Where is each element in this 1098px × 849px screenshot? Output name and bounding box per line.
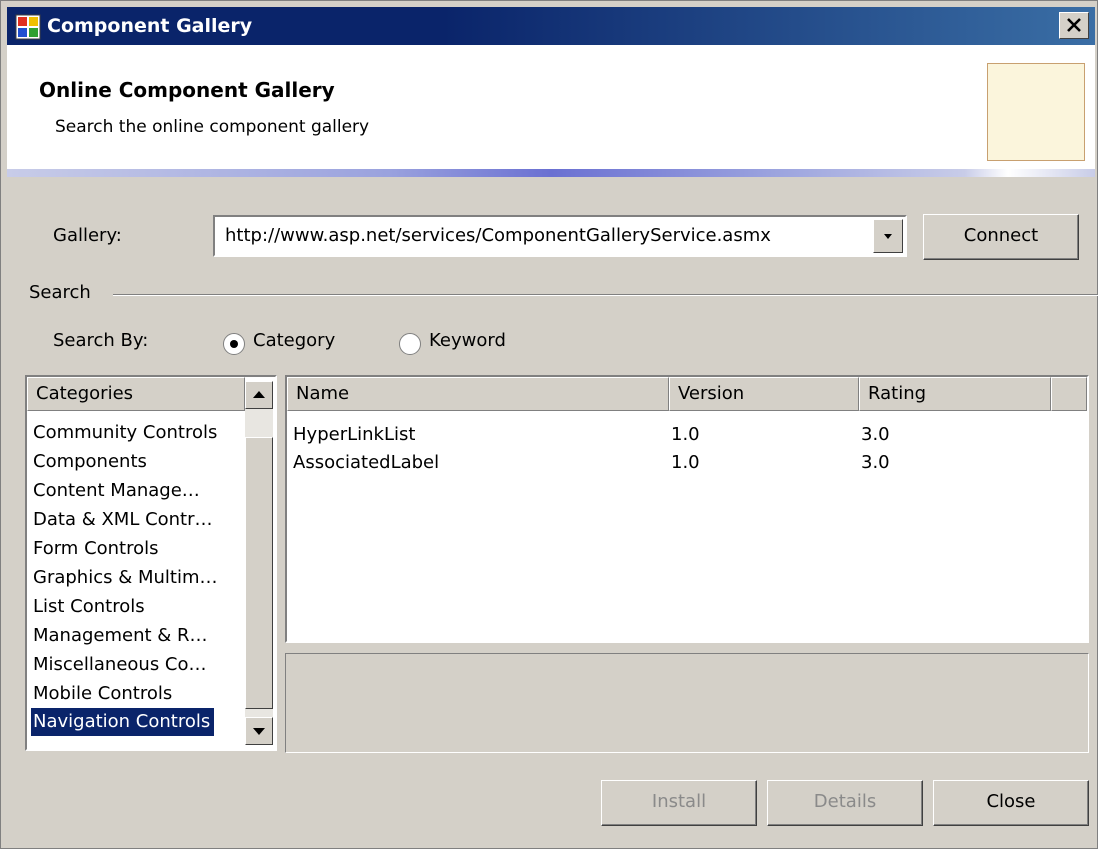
close-button[interactable]: Close	[933, 780, 1089, 826]
arrow-down-icon	[253, 728, 265, 735]
radio-selected-dot	[230, 340, 238, 348]
categories-scrollbar[interactable]	[245, 381, 273, 745]
row-version: 1.0	[671, 452, 700, 473]
gallery-url-value: http://www.asp.net/services/ComponentGal…	[225, 225, 771, 246]
title-bar[interactable]: Component Gallery	[7, 7, 1095, 45]
row-rating: 3.0	[861, 424, 890, 445]
category-item[interactable]: Management & R…	[33, 622, 208, 650]
chevron-down-icon	[884, 234, 892, 239]
categories-list[interactable]: Categories Community Controls Components…	[25, 375, 277, 751]
column-header-version[interactable]: Version	[669, 377, 859, 411]
scroll-down-button[interactable]	[245, 717, 273, 745]
header-banner: Online Component Gallery Search the onli…	[7, 45, 1095, 177]
row-name[interactable]: AssociatedLabel	[293, 449, 439, 477]
close-icon	[1067, 18, 1081, 32]
search-by-label: Search By:	[53, 330, 149, 351]
categories-header[interactable]: Categories	[27, 377, 245, 411]
header-stripe	[7, 169, 1095, 177]
window-title: Component Gallery	[47, 15, 253, 37]
category-item[interactable]: Components	[33, 448, 147, 476]
connect-button[interactable]: Connect	[923, 214, 1079, 260]
install-button[interactable]: Install	[601, 780, 757, 826]
category-item[interactable]: Content Manage…	[33, 477, 200, 505]
header-image	[987, 63, 1085, 161]
gallery-url-select[interactable]: http://www.asp.net/services/ComponentGal…	[213, 215, 907, 257]
radio-category[interactable]	[223, 333, 245, 355]
row-rating: 3.0	[861, 452, 890, 473]
category-item[interactable]: Data & XML Contr…	[33, 506, 213, 534]
app-icon	[15, 14, 41, 40]
search-group-label: Search	[29, 282, 91, 303]
row-version: 1.0	[671, 424, 700, 445]
results-table[interactable]: Name Version Rating HyperLinkList 1.0 3.…	[285, 375, 1089, 643]
dropdown-button[interactable]	[873, 219, 903, 253]
page-title: Online Component Gallery	[39, 78, 335, 102]
page-subtitle: Search the online component gallery	[55, 117, 370, 137]
category-item[interactable]: List Controls	[33, 593, 145, 621]
category-item[interactable]: Miscellaneous Co…	[33, 651, 207, 679]
component-gallery-window: Component Gallery Online Component Galle…	[0, 0, 1098, 849]
gallery-label: Gallery:	[53, 225, 122, 246]
row-name[interactable]: HyperLinkList	[293, 421, 415, 449]
scroll-thumb[interactable]	[245, 437, 273, 709]
close-window-button[interactable]	[1059, 12, 1089, 39]
details-button[interactable]: Details	[767, 780, 923, 826]
category-item-selected[interactable]: Navigation Controls	[31, 708, 215, 736]
radio-keyword[interactable]	[399, 333, 421, 355]
search-group-divider	[113, 294, 1098, 296]
column-header-filler	[1051, 377, 1087, 411]
arrow-up-icon	[253, 391, 265, 398]
radio-category-label[interactable]: Category	[253, 330, 335, 351]
radio-keyword-label[interactable]: Keyword	[429, 330, 506, 351]
category-item[interactable]: Graphics & Multim…	[33, 564, 218, 592]
scroll-up-button[interactable]	[245, 381, 273, 409]
column-header-name[interactable]: Name	[287, 377, 669, 411]
category-item[interactable]: Community Controls	[33, 419, 217, 447]
category-item[interactable]: Form Controls	[33, 535, 159, 563]
category-item[interactable]: Mobile Controls	[33, 680, 172, 708]
details-panel	[285, 653, 1089, 753]
column-header-rating[interactable]: Rating	[859, 377, 1051, 411]
